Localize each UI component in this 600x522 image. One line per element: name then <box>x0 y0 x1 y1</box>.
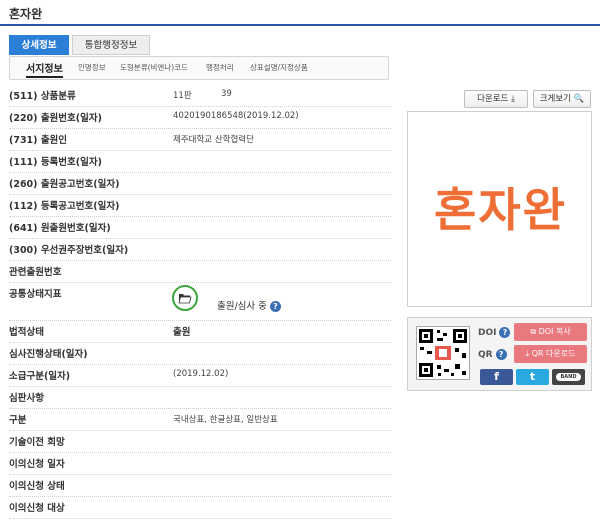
field-label: 심판사항 <box>9 393 44 404</box>
field-row: 공통상태지표 출원/심사 중? <box>9 283 391 321</box>
facebook-share-icon[interactable]: f <box>480 369 513 385</box>
field-label: 구분 <box>9 415 27 426</box>
field-label: 소급구분(일자) <box>9 371 71 382</box>
download-button[interactable]: 다운로드 ⤓ <box>464 90 528 108</box>
doi-label: DOI? <box>478 327 511 338</box>
qr-label: QR? <box>478 349 507 360</box>
trademark-mark: 혼자완 <box>434 183 567 237</box>
field-label: 법적상태 <box>9 327 44 338</box>
doi-text: DOI <box>478 328 497 338</box>
field-row: 이의신청 상태 <box>9 475 391 497</box>
doi-copy-button[interactable]: ⧉ DOI 복사 <box>514 323 587 341</box>
status-text: 출원/심사 중? <box>217 298 281 312</box>
field-row: (511) 상품분류 11판 39 <box>9 85 391 107</box>
field-label: 공통상태지표 <box>9 289 62 300</box>
field-row: 심사진행상태(일자) <box>9 343 391 365</box>
folder-status-icon <box>172 285 198 311</box>
subtab-goods-description[interactable]: 상표설명/지정상품 <box>250 62 308 73</box>
qr-download-label: QR 다운로드 <box>531 349 576 358</box>
zoom-button[interactable]: 크게보기 🔍 <box>533 90 591 108</box>
field-label: 심사진행상태(일자) <box>9 349 88 360</box>
field-label: (641) 원출원번호(일자) <box>9 223 111 234</box>
field-label: (111) 등록번호(일자) <box>9 157 102 168</box>
subtab-bibliographic[interactable]: 서지정보 <box>26 60 63 78</box>
field-label: 기술이전 희망 <box>9 437 65 448</box>
field-value: 제주대학교 산학협력단 <box>173 135 254 145</box>
field-row: 법적상태 출원 <box>9 321 391 343</box>
share-panel: DOI? ⧉ DOI 복사 QR? ⤓ QR 다운로드 f t BAND <box>407 317 592 391</box>
qr-text: QR <box>478 350 493 360</box>
field-row: 구분 국내상표, 한글상표, 일반상표 <box>9 409 391 431</box>
field-row: (111) 등록번호(일자) <box>9 151 391 173</box>
qr-code <box>416 326 470 380</box>
band-share-icon[interactable]: BAND <box>552 369 585 385</box>
field-value: 4020190186548(2019.12.02) <box>173 111 299 121</box>
field-row: (220) 출원번호(일자) 4020190186548(2019.12.02) <box>9 107 391 129</box>
field-row: (260) 출원공고번호(일자) <box>9 173 391 195</box>
field-label: 관련출원번호 <box>9 267 62 278</box>
tab-detail-info[interactable]: 상세정보 <box>9 35 69 55</box>
twitter-share-icon[interactable]: t <box>516 369 549 385</box>
field-label: (112) 등록공고번호(일자) <box>9 201 120 212</box>
field-row: 심판사항 <box>9 387 391 409</box>
field-label: 이의신청 일자 <box>9 459 65 470</box>
field-value-secondary: 39 <box>221 89 232 99</box>
status-label: 출원/심사 중 <box>217 301 267 312</box>
field-value: 11판 <box>173 91 192 101</box>
sub-tabs: 서지정보 인명정보 도형분류(비엔나)코드 행정처리 상표설명/지정상품 <box>9 56 389 80</box>
field-label: (220) 출원번호(일자) <box>9 113 102 124</box>
trademark-image: 혼자완 <box>407 111 592 307</box>
field-label: (731) 출원인 <box>9 135 68 146</box>
doi-copy-label: DOI 복사 <box>538 327 571 336</box>
field-row: (731) 출원인 제주대학교 산학협력단 <box>9 129 391 151</box>
field-label: 이의신청 상태 <box>9 481 65 492</box>
subtab-person-info[interactable]: 인명정보 <box>78 62 106 73</box>
qr-download-button[interactable]: ⤓ QR 다운로드 <box>514 345 587 363</box>
help-icon[interactable]: ? <box>269 301 281 312</box>
qr-help-icon[interactable]: ? <box>495 349 507 360</box>
field-value: 국내상표, 한글상표, 일반상표 <box>173 415 278 425</box>
field-label: (511) 상품분류 <box>9 91 76 102</box>
page-title: 혼자완 <box>9 7 43 21</box>
doi-help-icon[interactable]: ? <box>499 327 511 338</box>
subtab-administration[interactable]: 행정처리 <box>206 62 234 73</box>
field-value: (2019.12.02) <box>173 369 229 379</box>
subtab-vienna-code[interactable]: 도형분류(비엔나)코드 <box>120 62 188 73</box>
field-row: 이의신청 일자 <box>9 453 391 475</box>
field-label: 이의신청 대상 <box>9 503 65 514</box>
field-row: (300) 우선권주장번호(일자) <box>9 239 391 261</box>
field-row: 관련출원번호 <box>9 261 391 283</box>
field-value: 출원 <box>173 327 191 338</box>
field-row: 이의신청 대상 <box>9 497 391 519</box>
page-header: 혼자완 <box>0 0 600 26</box>
field-row: (112) 등록공고번호(일자) <box>9 195 391 217</box>
field-label: (260) 출원공고번호(일자) <box>9 179 120 190</box>
field-row: 기술이전 희망 <box>9 431 391 453</box>
band-label: BAND <box>556 373 581 381</box>
tab-integrated-admin-info[interactable]: 통합행정정보 <box>72 35 150 55</box>
field-label: (300) 우선권주장번호(일자) <box>9 245 129 256</box>
field-row: (641) 원출원번호(일자) <box>9 217 391 239</box>
field-row: 소급구분(일자) (2019.12.02) <box>9 365 391 387</box>
